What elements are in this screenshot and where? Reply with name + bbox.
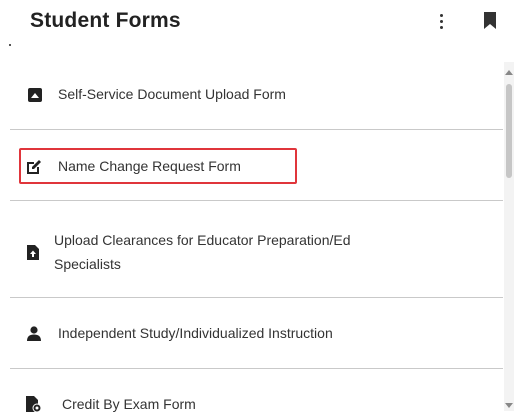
list-item-independent-study[interactable]: Independent Study/Individualized Instruc…: [10, 321, 503, 349]
divider: [10, 200, 503, 201]
list-item-label: Independent Study/Individualized Instruc…: [58, 325, 333, 341]
scroll-thumb[interactable]: [506, 84, 512, 178]
bookmark-icon[interactable]: [484, 12, 496, 29]
scrollbar[interactable]: [504, 62, 514, 411]
list-item-credit-by-exam[interactable]: Credit By Exam Form: [10, 392, 503, 417]
divider: [10, 129, 503, 130]
scroll-up-icon[interactable]: [505, 70, 513, 75]
list-item-label: Specialists: [54, 256, 121, 272]
scroll-down-icon[interactable]: [505, 403, 513, 408]
decorative-dot: [9, 44, 11, 46]
divider: [10, 368, 503, 369]
file-upload-icon: [27, 245, 39, 260]
upload-box-icon: [28, 88, 42, 102]
divider: [10, 297, 503, 298]
list-item-label: Credit By Exam Form: [62, 396, 196, 412]
list-item-label: Self-Service Document Upload Form: [58, 86, 286, 102]
person-icon: [27, 326, 41, 341]
forms-list: Self-Service Document Upload Form Name C…: [10, 62, 503, 412]
more-vert-icon[interactable]: [436, 12, 446, 34]
list-item-self-service-upload[interactable]: Self-Service Document Upload Form: [10, 82, 503, 110]
header: Student Forms: [0, 0, 514, 62]
page-title: Student Forms: [30, 9, 181, 32]
list-item-upload-clearances[interactable]: Upload Clearances for Educator Preparati…: [10, 226, 503, 278]
highlight-box: [19, 148, 297, 184]
file-settings-icon: [26, 396, 42, 412]
list-item-label: Upload Clearances for Educator Preparati…: [54, 232, 351, 248]
